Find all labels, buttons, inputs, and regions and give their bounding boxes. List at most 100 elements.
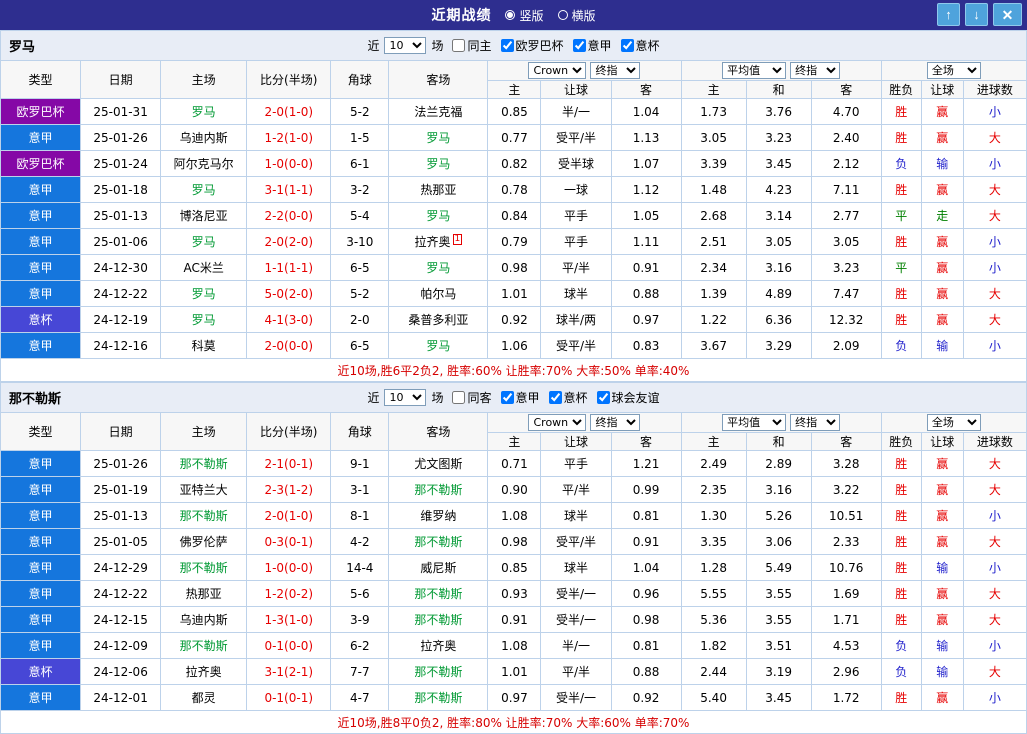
- away-team-name: 热那亚: [420, 183, 456, 197]
- checkbox-意杯[interactable]: [549, 391, 562, 404]
- home-team: 佛罗伦萨: [161, 529, 247, 555]
- match-date: 24-12-19: [81, 307, 161, 333]
- filter-同主[interactable]: 同主: [452, 37, 491, 54]
- filter-意杯[interactable]: 意杯: [621, 37, 660, 54]
- match-type-badge: 欧罗巴杯: [1, 99, 81, 125]
- avg-final-select[interactable]: 终指: [790, 414, 840, 431]
- match-row: 意甲24-12-16科莫2-0(0-0)6-5罗马1.06受平/半0.833.6…: [1, 333, 1027, 359]
- score[interactable]: 2-3(1-2): [247, 477, 331, 503]
- filter-欧罗巴杯[interactable]: 欧罗巴杯: [501, 37, 564, 54]
- match-row: 欧罗巴杯25-01-24阿尔克马尔1-0(0-0)6-1罗马0.82受半球1.0…: [1, 151, 1027, 177]
- scope-select[interactable]: 全场: [927, 414, 981, 431]
- result-wdl: 平: [881, 203, 921, 229]
- checkbox-同客[interactable]: [452, 391, 465, 404]
- score[interactable]: 0-1(0-1): [247, 685, 331, 711]
- match-type-badge: 意甲: [1, 607, 81, 633]
- home-team: 博洛尼亚: [161, 203, 247, 229]
- away-team-name: 桑普多利亚: [408, 313, 468, 327]
- avg-away: 10.51: [811, 503, 881, 529]
- match-type-badge: 意甲: [1, 477, 81, 503]
- score[interactable]: 2-0(1-0): [247, 503, 331, 529]
- avg-draw: 3.16: [746, 477, 811, 503]
- avg-select[interactable]: 平均值: [722, 62, 786, 79]
- close-button[interactable]: ✕: [993, 3, 1022, 26]
- score[interactable]: 3-1(2-1): [247, 659, 331, 685]
- odds-source-select[interactable]: Crown: [528, 414, 586, 431]
- col-header-result_goals: 进球数: [963, 81, 1026, 99]
- away-team-name: 拉齐奥: [420, 639, 456, 653]
- avg-final-select[interactable]: 终指: [790, 62, 840, 79]
- result-handicap: 输: [921, 555, 963, 581]
- odds-final-select[interactable]: 终指: [590, 62, 640, 79]
- section-header: 那不勒斯近10场同客意甲意杯球会友谊: [0, 382, 1027, 412]
- filter-同客[interactable]: 同客: [452, 389, 491, 406]
- corner-score: 9-1: [331, 451, 389, 477]
- filter-意杯[interactable]: 意杯: [549, 389, 588, 406]
- result-handicap: 输: [921, 659, 963, 685]
- match-count-select[interactable]: 10: [384, 389, 426, 406]
- odds-final-select[interactable]: 终指: [590, 414, 640, 431]
- odds-home: 0.85: [488, 99, 541, 125]
- checkbox-意杯[interactable]: [621, 39, 634, 52]
- checkbox-意甲[interactable]: [573, 39, 586, 52]
- corner-score: 5-2: [331, 281, 389, 307]
- scope-select[interactable]: 全场: [927, 62, 981, 79]
- checkbox-欧罗巴杯[interactable]: [501, 39, 514, 52]
- avg-home: 1.48: [681, 177, 746, 203]
- avg-away: 12.32: [811, 307, 881, 333]
- filter-球会友谊[interactable]: 球会友谊: [597, 389, 660, 406]
- odds-away: 1.13: [611, 125, 681, 151]
- filter-意甲[interactable]: 意甲: [501, 389, 540, 406]
- result-goals: 大: [963, 659, 1026, 685]
- result-scope-group: 全场: [881, 61, 1026, 81]
- europe-odds-group: 平均值终指: [681, 413, 881, 433]
- result-handicap: 赢: [921, 607, 963, 633]
- result-goals: 小: [963, 255, 1026, 281]
- score[interactable]: 1-0(0-0): [247, 151, 331, 177]
- layout-radio-vertical[interactable]: 竖版: [505, 7, 543, 24]
- avg-away: 3.23: [811, 255, 881, 281]
- score[interactable]: 0-3(0-1): [247, 529, 331, 555]
- score[interactable]: 1-2(1-0): [247, 125, 331, 151]
- match-row: 意杯24-12-06拉齐奥3-1(2-1)7-7那不勒斯1.01平/半0.882…: [1, 659, 1027, 685]
- score[interactable]: 1-2(0-2): [247, 581, 331, 607]
- scroll-up-button[interactable]: ↑: [937, 3, 960, 26]
- score[interactable]: 1-1(1-1): [247, 255, 331, 281]
- home-team: 那不勒斯: [161, 633, 247, 659]
- result-handicap: 走: [921, 203, 963, 229]
- avg-select[interactable]: 平均值: [722, 414, 786, 431]
- score[interactable]: 2-0(1-0): [247, 99, 331, 125]
- result-wdl: 负: [881, 333, 921, 359]
- avg-home: 2.35: [681, 477, 746, 503]
- match-count-select[interactable]: 10: [384, 37, 426, 54]
- score[interactable]: 3-1(1-1): [247, 177, 331, 203]
- away-team: 那不勒斯: [389, 607, 488, 633]
- scroll-down-button[interactable]: ↓: [965, 3, 988, 26]
- avg-draw: 3.16: [746, 255, 811, 281]
- avg-away: 4.53: [811, 633, 881, 659]
- checkbox-意甲[interactable]: [501, 391, 514, 404]
- score[interactable]: 1-0(0-0): [247, 555, 331, 581]
- checkbox-球会友谊[interactable]: [597, 391, 610, 404]
- home-team: 阿尔克马尔: [161, 151, 247, 177]
- match-date: 25-01-06: [81, 229, 161, 255]
- score[interactable]: 2-0(0-0): [247, 333, 331, 359]
- score[interactable]: 4-1(3-0): [247, 307, 331, 333]
- score[interactable]: 2-2(0-0): [247, 203, 331, 229]
- score[interactable]: 2-0(2-0): [247, 229, 331, 255]
- layout-radio-horizontal[interactable]: 横版: [558, 7, 596, 24]
- match-type-badge: 意甲: [1, 333, 81, 359]
- score[interactable]: 5-0(2-0): [247, 281, 331, 307]
- odds-source-select[interactable]: Crown: [528, 62, 586, 79]
- filter-意甲[interactable]: 意甲: [573, 37, 612, 54]
- score[interactable]: 1-3(1-0): [247, 607, 331, 633]
- odds-handicap: 球半: [541, 503, 611, 529]
- score[interactable]: 0-1(0-0): [247, 633, 331, 659]
- checkbox-同主[interactable]: [452, 39, 465, 52]
- odds-away: 0.91: [611, 529, 681, 555]
- away-team-name: 那不勒斯: [414, 483, 462, 497]
- avg-draw: 3.51: [746, 633, 811, 659]
- corner-score: 3-9: [331, 607, 389, 633]
- result-goals: 大: [963, 177, 1026, 203]
- score[interactable]: 2-1(0-1): [247, 451, 331, 477]
